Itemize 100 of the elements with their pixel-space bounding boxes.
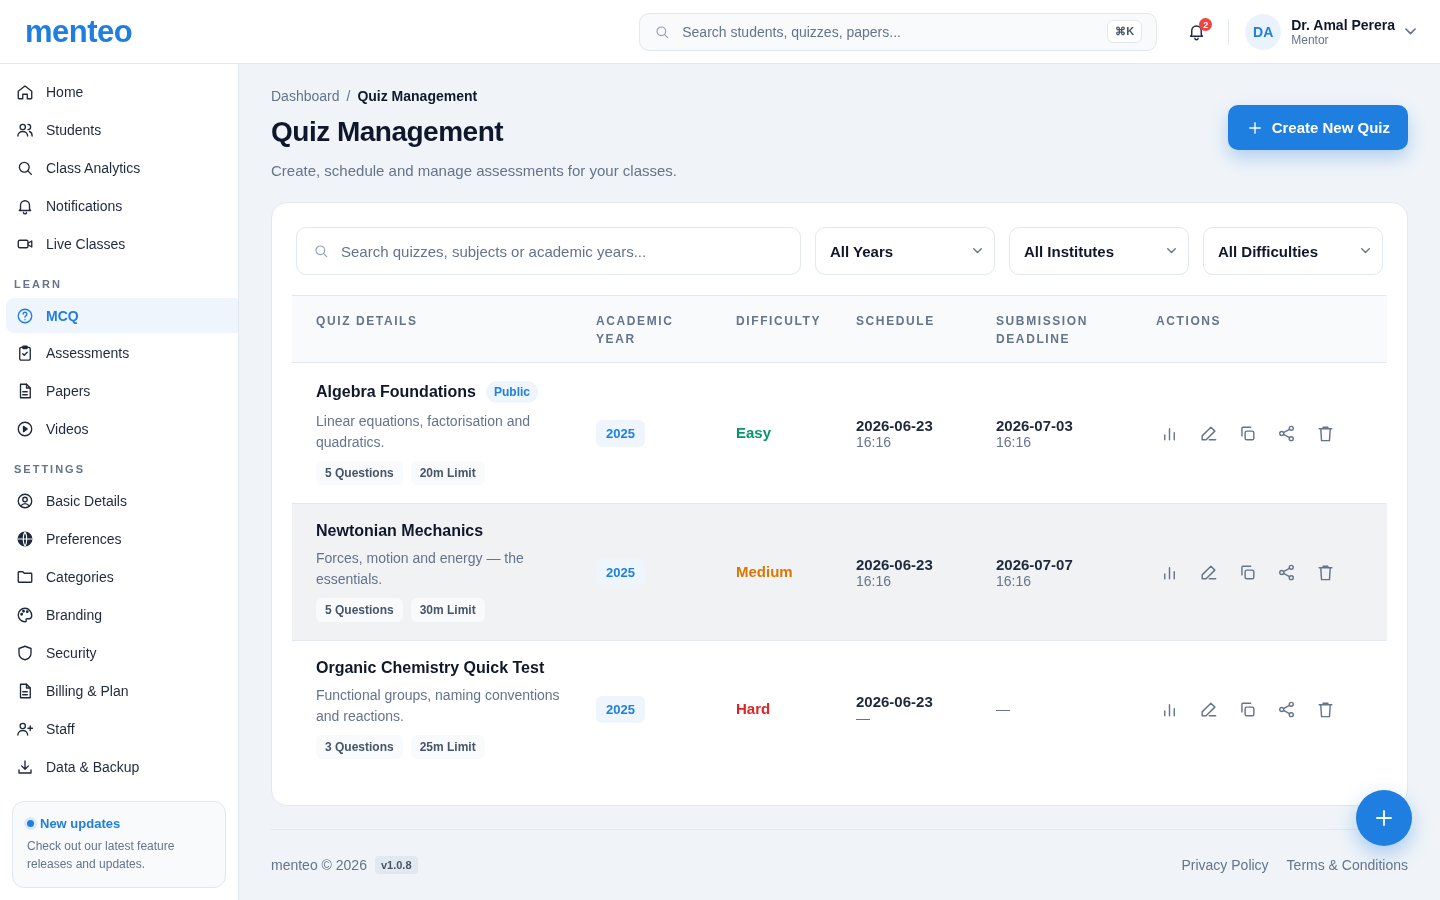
play-circle-icon (16, 420, 34, 439)
notifications-button[interactable]: 2 (1183, 18, 1211, 45)
search-icon (313, 243, 329, 259)
visibility-badge: Public (486, 381, 538, 403)
sidebar-item[interactable]: Preferences (6, 521, 238, 557)
shortcut-hint: ⌘K (1107, 20, 1143, 43)
search-icon (654, 23, 671, 40)
user-role: Mentor (1291, 32, 1330, 47)
quiz-tag: 3 Questions (316, 735, 403, 759)
deadline-date: 2026-07-03 (996, 416, 1074, 434)
avatar: DA (1245, 13, 1282, 50)
share-icon (1277, 423, 1296, 443)
palette-icon (16, 606, 34, 625)
footer-link[interactable]: Privacy Policy (1181, 857, 1269, 873)
quiz-description: Linear equations, factorisation and quadratics. (316, 412, 532, 452)
quiz-tag: 5 Questions (316, 598, 403, 622)
chevron-down-icon (1361, 248, 1370, 254)
user-menu[interactable]: DA Dr. Amal Perera Mentor (1245, 13, 1416, 50)
difficulty-label: Hard (736, 700, 771, 717)
copy-icon (1238, 562, 1257, 582)
shield-icon (16, 644, 34, 662)
quiz-title: Organic Chemistry Quick Test (316, 659, 545, 677)
share-icon (1277, 699, 1296, 719)
deadline-date: — (996, 701, 1011, 717)
column-header: ACADEMIC YEAR (596, 314, 674, 346)
copyright-text: menteo © 2026 (271, 857, 367, 873)
section-heading: LEARN (13, 276, 63, 292)
trash-icon (1316, 423, 1335, 443)
column-header: SCHEDULE (856, 314, 935, 328)
chevron-down-icon (973, 248, 982, 254)
filter-dropdown[interactable]: All Institutes (1009, 227, 1189, 275)
year-badge: 2025 (596, 696, 645, 723)
filter-dropdown[interactable]: All Years (815, 227, 995, 275)
difficulty-label: Medium (736, 563, 793, 580)
sidebar-item[interactable]: Billing & Plan (6, 673, 238, 709)
quiz-tag: 30m Limit (410, 598, 485, 622)
column-header: QUIZ DETAILS (316, 314, 418, 328)
sidebar-item[interactable]: Papers (6, 373, 238, 410)
search-field[interactable]: Search students, quizzes, papers... ⌘K (639, 12, 1158, 51)
table-row[interactable]: Newtonian Mechanics Forces, motion and energy — the essentials. 5 Questions 30m Limit 2025 Medium 2026-06-23 16:16 2026-07-07 16:16 (292, 503, 1387, 641)
quiz-description: Forces, motion and energy — the essentials. (316, 549, 525, 589)
chevron-down-icon (1405, 28, 1416, 35)
page-title: Quiz Management (271, 116, 505, 148)
year-badge: 2025 (596, 420, 645, 447)
user-circle-icon (16, 492, 34, 511)
sidebar-item[interactable]: Security (6, 635, 238, 671)
clipboard-check-icon (16, 344, 34, 363)
schedule-time: 16:16 (856, 572, 893, 589)
breadcrumb-separator: / (346, 88, 351, 104)
page-subtitle: Create, schedule and manage assessments for your classes. (271, 162, 678, 179)
question-circle-icon (16, 306, 34, 325)
year-badge: 2025 (596, 559, 645, 586)
sidebar-item[interactable]: Assessments (6, 335, 238, 372)
quiz-tag: 25m Limit (410, 735, 485, 759)
sidebar-item[interactable]: Live Classes (6, 225, 238, 262)
sidebar-item[interactable]: Data & Backup (6, 749, 238, 785)
trash-icon (1316, 562, 1335, 582)
section-heading: SETTINGS (13, 462, 86, 478)
table-row[interactable]: Algebra Foundations Public Linear equations, factorisation and quadratics. 5 Questions 20m Limit 2025 Easy 2026-06-23 16:16 2026-07-03 16:16 (292, 362, 1387, 504)
search-field[interactable]: Search quizzes, subjects or academic years... (296, 227, 801, 275)
globe-icon (16, 530, 34, 549)
breadcrumb-item[interactable]: Dashboard (271, 88, 340, 104)
difficulty-label: Easy (736, 424, 772, 441)
quiz-title: Newtonian Mechanics (316, 522, 484, 540)
sidebar-item[interactable]: Notifications (6, 187, 238, 224)
schedule-time: — (856, 709, 871, 726)
sidebar-item[interactable]: MCQ (6, 297, 238, 334)
sidebar-item[interactable]: Videos (6, 411, 238, 448)
chevron-down-icon (1167, 248, 1176, 254)
notification-count: 2 (1199, 18, 1213, 31)
logo: menteo (25, 13, 133, 50)
sidebar-item[interactable]: Staff (6, 711, 238, 747)
sidebar-item[interactable]: Branding (6, 597, 238, 633)
column-header: ACTIONS (1156, 314, 1222, 328)
sidebar-item[interactable]: Categories (6, 559, 238, 595)
sidebar-item[interactable]: Class Analytics (6, 149, 238, 186)
filter-dropdown[interactable]: All Difficulties (1203, 227, 1383, 275)
copy-icon (1238, 699, 1257, 719)
schedule-date: 2026-06-23 (856, 692, 934, 710)
add-button[interactable] (1356, 790, 1412, 846)
copy-icon (1238, 423, 1257, 443)
quiz-tag: 5 Questions (316, 461, 403, 485)
sidebar-item[interactable]: Basic Details (6, 483, 238, 520)
version-badge: v1.0.8 (374, 856, 418, 874)
updates-title: New updates (40, 815, 121, 831)
footer-link[interactable]: Terms & Conditions (1286, 857, 1408, 873)
create-quiz-button[interactable]: Create New Quiz (1227, 105, 1408, 150)
sidebar-item[interactable]: Home (6, 74, 238, 110)
share-icon (1277, 562, 1296, 582)
quiz-title: Algebra Foundations (316, 383, 476, 401)
quiz-tag: 20m Limit (410, 461, 485, 485)
sidebar-item[interactable]: Students (6, 111, 238, 148)
updates-text: Check out our latest feature releases and updates. (27, 837, 176, 873)
schedule-date: 2026-06-23 (856, 555, 934, 573)
quiz-description: Functional groups, naming conventions and reactions. (316, 686, 561, 726)
user-name: Dr. Amal Perera (1291, 16, 1395, 33)
search-input[interactable]: Search students, quizzes, papers... (680, 22, 1098, 41)
trash-icon (1316, 699, 1335, 719)
deadline-time: 16:16 (996, 572, 1033, 589)
status-dot (27, 819, 34, 827)
